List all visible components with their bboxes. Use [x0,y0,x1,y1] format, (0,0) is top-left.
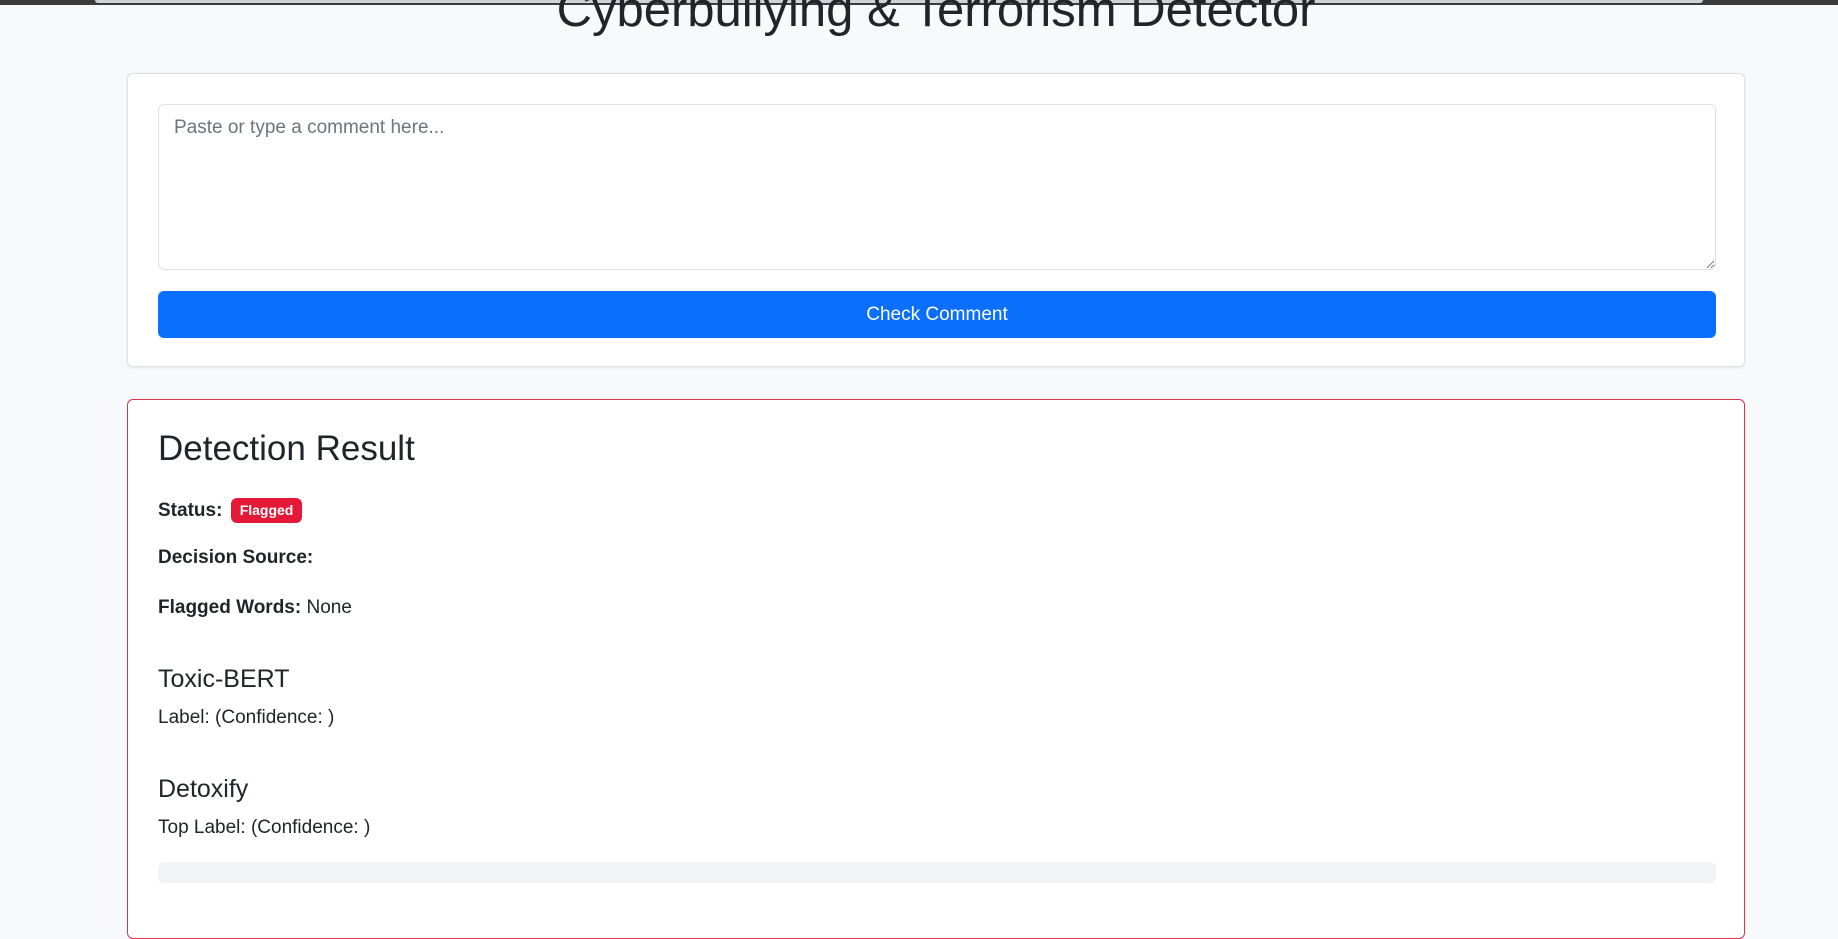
page-title: Cyberbullying & Terrorism Detector [556,0,1316,37]
decision-source-row: Decision Source: [158,546,313,570]
status-row: Status: Flagged [158,498,303,523]
result-title: Detection Result [158,429,415,468]
detection-result-card: Detection Result Status: Flagged Decisio… [127,399,1745,939]
decision-source-label: Decision Source: [158,547,314,568]
toxic-bert-title: Toxic-BERT [158,665,290,693]
detoxify-title: Detoxify [158,775,249,803]
detoxify-progress-track [158,862,1716,883]
check-comment-button[interactable]: Check Comment [158,291,1716,338]
flagged-words-label: Flagged Words: [158,597,302,618]
flagged-words-value: None [306,597,352,618]
flagged-words-row: Flagged Words: None [158,596,352,620]
comment-textarea[interactable] [158,104,1716,270]
status-label: Status: [158,500,223,521]
toxic-bert-text: Label: (Confidence: ) [158,707,335,728]
status-badge: Flagged [230,498,303,523]
detoxify-text: Top Label: (Confidence: ) [158,817,371,838]
comment-input-card: Check Comment [127,73,1745,367]
